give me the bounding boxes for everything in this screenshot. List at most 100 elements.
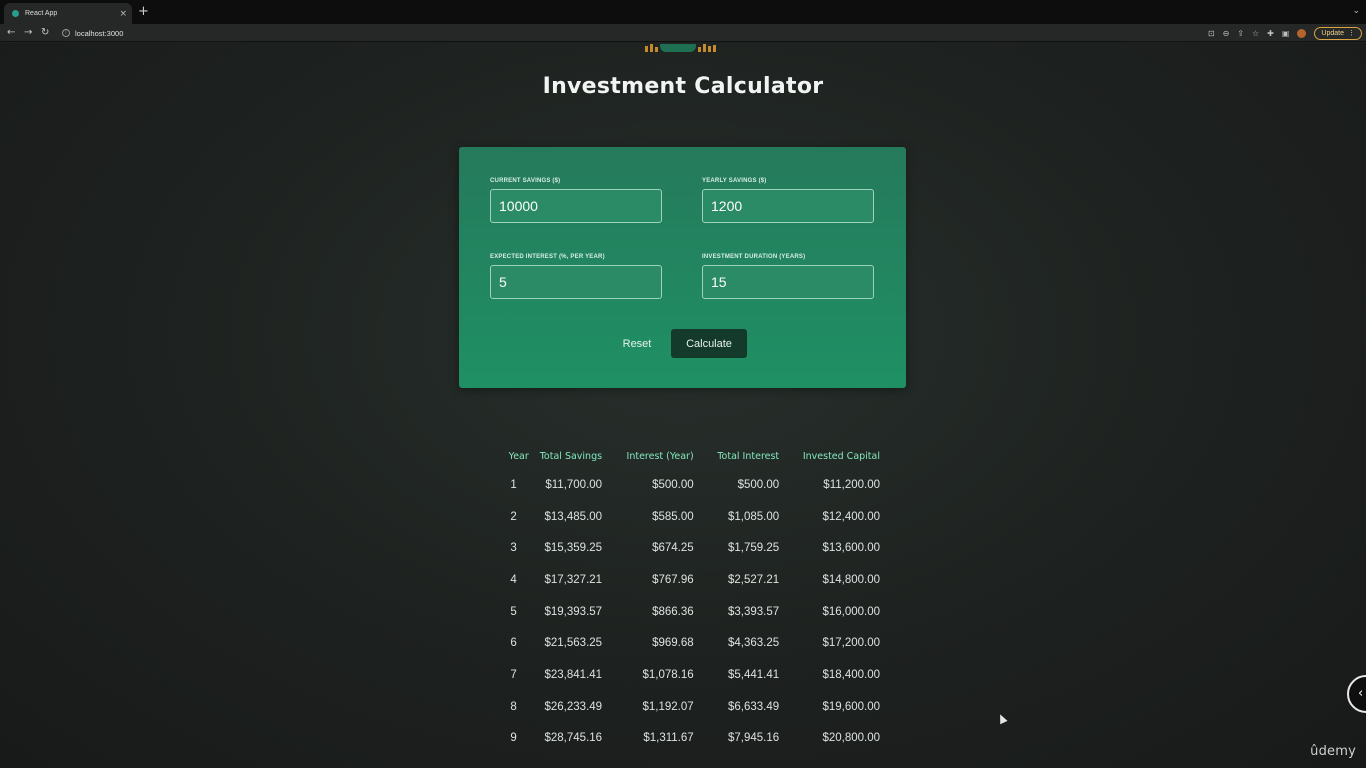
cell-invested-capital: $17,200.00 [822,637,880,650]
site-info-icon[interactable]: i [62,29,70,37]
page-title: Investment Calculator [542,74,824,99]
update-button[interactable]: Update ⋮ [1314,26,1362,40]
table-row: 4 $17,327.21 $767.96 $2,527.21 $14,800.00 [484,564,880,596]
cell-total-savings: $15,359.25 [544,542,603,555]
cell-invested-capital: $13,600.00 [822,542,880,555]
cell-year: 1 [510,478,517,491]
header-total-savings: Total Savings [539,450,603,462]
table-row: 8 $26,233.49 $1,192.07 $6,633.49 $19,600.00 [484,691,880,723]
header-total-interest: Total Interest [717,450,780,462]
extensions-puzzle-icon[interactable]: ✚ [1267,29,1274,38]
cell-total-interest: $6,633.49 [728,700,780,713]
cell-invested-capital: $14,800.00 [822,573,880,586]
expected-interest-field: EXPECTED INTEREST (%, PER YEAR) 5 [490,254,662,299]
cell-total-savings: $17,327.21 [544,573,603,586]
reset-button[interactable]: Reset [616,331,658,357]
cell-total-interest: $7,945.16 [728,732,780,745]
current-savings-field: CURRENT SAVINGS ($) 10000 [490,178,662,223]
update-label: Update [1321,29,1344,37]
cell-total-interest: $500.00 [737,478,780,491]
browser-tab[interactable]: React App × [4,3,132,24]
chevron-left-icon: ‹ [1358,686,1364,701]
investment-duration-label: INVESTMENT DURATION (YEARS) [702,254,806,260]
tab-close-icon[interactable]: × [119,9,127,19]
collapse-side-tab[interactable]: ‹ [1347,675,1366,713]
react-favicon-icon [12,10,19,17]
cell-total-savings: $13,485.00 [544,510,603,523]
address-bar[interactable]: i localhost:3000 [58,26,1186,40]
cell-invested-capital: $20,800.00 [822,732,880,745]
cell-year: 7 [510,668,517,681]
calculate-button[interactable]: Calculate [671,329,747,358]
table-row: 6 $21,563.25 $969.68 $4,363.25 $17,200.00 [484,627,880,659]
cell-total-savings: $11,700.00 [545,478,603,491]
more-menu-icon: ⋮ [1348,30,1355,37]
cell-interest-year: $866.36 [652,605,694,618]
zoom-icon[interactable]: ⊖ [1223,29,1230,38]
current-savings-label: CURRENT SAVINGS ($) [490,178,561,184]
header-interest-year: Interest (Year) [626,450,694,462]
cell-year: 4 [510,573,517,586]
cell-interest-year: $674.25 [652,542,694,555]
cell-total-savings: $28,745.16 [544,732,603,745]
cell-total-savings: $21,563.25 [544,637,603,650]
cell-interest-year: $500.00 [652,478,694,491]
header-invested-capital: Invested Capital [802,450,880,462]
cell-invested-capital: $16,000.00 [822,605,880,618]
expected-interest-input[interactable]: 5 [490,265,662,299]
cell-interest-year: $585.00 [652,510,694,523]
install-app-icon[interactable]: ⊡ [1208,29,1215,38]
browser-toolbar: ← → ↻ i localhost:3000 ⊡ ⊖ ⇪ ☆ ✚ ▣ Updat… [0,24,1366,42]
cell-total-savings: $26,233.49 [544,700,603,713]
cell-total-interest: $3,393.57 [728,605,780,618]
cell-total-interest: $4,363.25 [728,637,780,650]
cell-year: 6 [510,637,517,650]
new-tab-button[interactable]: + [138,4,149,20]
table-row: 5 $19,393.57 $866.36 $3,393.57 $16,000.00 [484,596,880,628]
investment-duration-field: INVESTMENT DURATION (YEARS) 15 [702,254,874,299]
cell-year: 8 [510,700,517,713]
cell-interest-year: $1,192.07 [642,700,694,713]
cell-invested-capital: $18,400.00 [822,668,880,681]
results-body: 1 $11,700.00 $500.00 $500.00 $11,200.00 2 $13,… [484,469,880,754]
cell-interest-year: $1,311.67 [643,732,694,745]
browser-tabstrip: React App × + ⌄ [0,0,1366,24]
cell-year: 9 [510,732,517,745]
cell-interest-year: $969.68 [652,637,694,650]
cell-interest-year: $767.96 [652,573,694,586]
yearly-savings-input[interactable]: 1200 [702,189,874,223]
investment-duration-input[interactable]: 15 [702,265,874,299]
table-row: 7 $23,841.41 $1,078.16 $5,441.41 $18,400.00 [484,659,880,691]
yearly-savings-label: YEARLY SAVINGS ($) [702,178,767,184]
side-panel-icon[interactable]: ▣ [1282,29,1290,38]
cell-total-interest: $2,527.21 [728,573,780,586]
expected-interest-label: EXPECTED INTEREST (%, PER YEAR) [490,254,605,260]
cell-invested-capital: $11,200.00 [823,478,880,491]
page: Investment Calculator CURRENT SAVINGS ($… [0,43,1366,768]
results-table: Year Total Savings Interest (Year) Total… [484,447,880,754]
tab-title: React App [25,10,58,17]
reload-icon[interactable]: ↻ [41,25,49,40]
share-icon[interactable]: ⇪ [1237,29,1244,38]
tab-search-chevron-icon[interactable]: ⌄ [1352,6,1360,16]
profile-avatar[interactable] [1297,28,1307,38]
cell-invested-capital: $19,600.00 [822,700,880,713]
current-savings-input[interactable]: 10000 [490,189,662,223]
address-url: localhost:3000 [75,28,124,38]
table-row: 3 $15,359.25 $674.25 $1,759.25 $13,600.00 [484,532,880,564]
header-year: Year [508,450,529,462]
table-header-row: Year Total Savings Interest (Year) Total… [484,447,880,465]
cell-year: 3 [510,542,517,555]
cell-total-savings: $19,393.57 [544,605,603,618]
udemy-watermark: ûdemy [1310,744,1356,759]
cell-total-interest: $1,759.25 [728,542,780,555]
bookmark-star-icon[interactable]: ☆ [1252,29,1259,38]
forward-arrow-icon[interactable]: → [24,25,32,40]
app-logo [645,43,719,52]
mouse-cursor-icon [996,712,1008,725]
table-row: 1 $11,700.00 $500.00 $500.00 $11,200.00 [484,469,880,501]
back-arrow-icon[interactable]: ← [7,25,15,40]
table-row: 2 $13,485.00 $585.00 $1,085.00 $12,400.00 [484,501,880,533]
yearly-savings-field: YEARLY SAVINGS ($) 1200 [702,178,874,223]
cell-total-savings: $23,841.41 [544,668,603,681]
